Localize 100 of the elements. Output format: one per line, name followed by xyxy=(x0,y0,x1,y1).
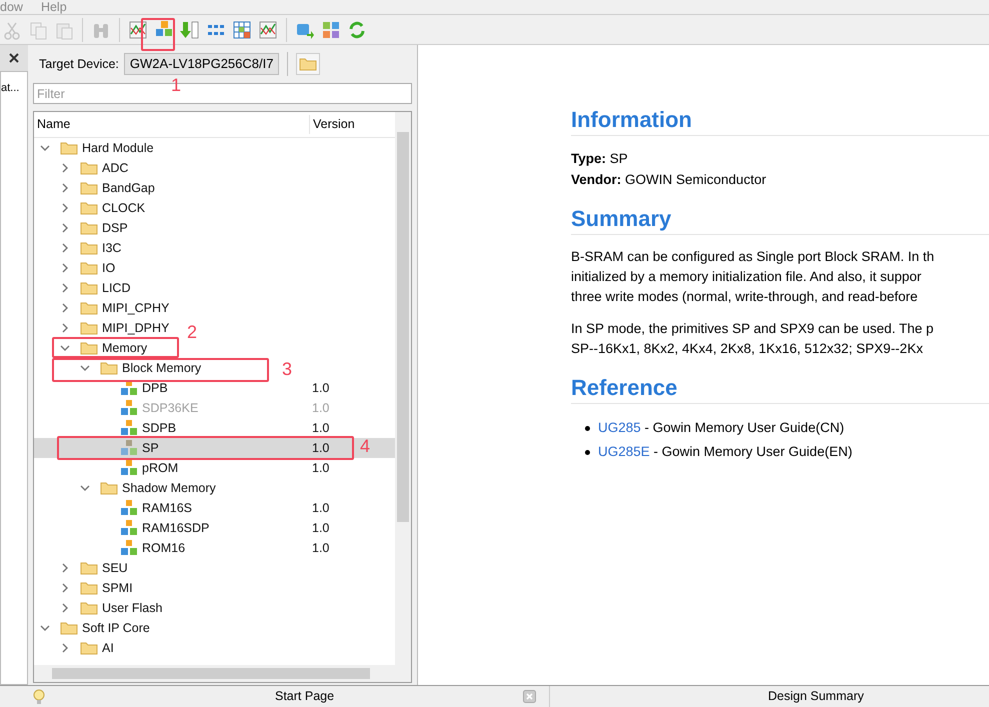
tree-item[interactable]: DPB xyxy=(142,378,168,398)
folder-icon xyxy=(60,141,78,155)
folder-icon xyxy=(100,361,118,375)
tree-item[interactable]: MIPI_CPHY xyxy=(102,298,170,318)
version-text: 1.0 xyxy=(312,380,330,397)
version-text: 1.0 xyxy=(312,400,330,417)
paragraph-line: three write modes (normal, write-through, and read-before xyxy=(571,288,919,306)
folder-icon xyxy=(299,57,318,71)
close-button[interactable] xyxy=(9,53,19,63)
chevron-right-icon[interactable] xyxy=(60,183,70,193)
tree-item[interactable]: CLOCK xyxy=(102,198,146,218)
section-heading: Reference xyxy=(571,373,989,404)
paragraph-line: initialized by a memory initialization file. And also, it suppor xyxy=(571,268,922,286)
reference-link[interactable]: UG285 xyxy=(598,416,641,440)
version-text: 1.0 xyxy=(312,440,330,457)
tree-item[interactable]: BandGap xyxy=(102,178,155,198)
tree-item[interactable]: AI xyxy=(102,638,114,658)
version-text: 1.0 xyxy=(312,500,330,517)
folder-icon xyxy=(80,301,98,315)
tree-item[interactable]: RAM16S xyxy=(142,498,192,518)
close-icon xyxy=(9,53,19,63)
folder-icon xyxy=(80,241,98,255)
chevron-down-icon[interactable] xyxy=(60,343,70,353)
tree-item[interactable]: Memory xyxy=(102,338,148,358)
folder-icon xyxy=(80,341,98,355)
tree-item[interactable]: I3C xyxy=(102,238,122,258)
version-text: 1.0 xyxy=(312,540,330,557)
cubes-icon xyxy=(120,420,138,436)
reference-text: - Gowin Memory User Guide(EN) xyxy=(652,443,852,461)
cubes-icon xyxy=(120,440,138,456)
section-heading: Information xyxy=(571,105,989,136)
tree-item[interactable]: Hard Module xyxy=(82,138,154,158)
lightbulb-icon xyxy=(33,688,45,704)
cubes-icon xyxy=(120,400,138,416)
version-text: 1.0 xyxy=(312,520,330,537)
chevron-right-icon[interactable] xyxy=(60,643,70,653)
folder-icon xyxy=(80,161,98,175)
folder-icon xyxy=(80,201,98,215)
tree-item[interactable]: IO xyxy=(102,258,116,278)
folder-icon xyxy=(80,221,98,235)
tree-item[interactable]: Block Memory xyxy=(122,358,202,378)
column-header[interactable]: Name xyxy=(34,115,310,134)
tree-item[interactable]: SEU xyxy=(102,558,128,578)
folder-icon xyxy=(80,181,98,195)
chevron-right-icon[interactable] xyxy=(60,583,70,593)
version-text: 1.0 xyxy=(312,420,330,437)
tree-item[interactable]: ROM16 xyxy=(142,538,186,558)
column-header[interactable]: Version xyxy=(310,115,355,134)
vertical-scrollbar[interactable] xyxy=(395,112,411,665)
panel-tab-text: at... xyxy=(1,81,20,96)
chevron-right-icon[interactable] xyxy=(60,223,70,233)
chevron-right-icon[interactable] xyxy=(60,283,70,293)
cubes-icon xyxy=(120,540,138,556)
step-number: 3 xyxy=(282,359,292,379)
folder-icon xyxy=(100,481,118,495)
target-device-label: Target Device: xyxy=(39,56,119,73)
chevron-right-icon[interactable] xyxy=(60,163,70,173)
chevron-down-icon[interactable] xyxy=(80,363,90,373)
chevron-down-icon[interactable] xyxy=(40,143,50,153)
chevron-right-icon[interactable] xyxy=(60,263,70,273)
folder-icon xyxy=(80,601,98,615)
tree-item[interactable]: Shadow Memory xyxy=(122,478,216,498)
tree-item[interactable]: User Flash xyxy=(102,598,162,618)
folder-icon xyxy=(80,641,98,655)
tree-item[interactable]: LICD xyxy=(102,278,130,298)
chevron-right-icon[interactable] xyxy=(60,243,70,253)
chevron-right-icon[interactable] xyxy=(60,303,70,313)
highlight-frame xyxy=(141,18,175,51)
info-text: Type: SP xyxy=(571,150,629,168)
chevron-right-icon[interactable] xyxy=(60,323,70,333)
tree-item[interactable]: ADC xyxy=(102,158,128,178)
target-device-field[interactable]: GW2A-LV18PG256C8/I7 xyxy=(124,53,280,75)
bottom-tab[interactable]: Design Summary xyxy=(550,686,989,707)
tree-item[interactable]: Soft IP Core xyxy=(82,618,150,638)
paragraph-line: B-SRAM can be configured as Single port Block SRAM. In th xyxy=(571,248,936,266)
horizontal-scrollbar[interactable] xyxy=(34,665,411,682)
chevron-right-icon[interactable] xyxy=(60,603,70,613)
tree-item[interactable]: pROM xyxy=(142,458,178,478)
tree-item[interactable]: SDPB xyxy=(142,418,176,438)
cubes-icon xyxy=(120,460,138,476)
close-icon[interactable] xyxy=(523,690,536,703)
section-heading: Summary xyxy=(571,204,989,235)
chevron-right-icon[interactable] xyxy=(60,203,70,213)
tree-item[interactable]: SPMI xyxy=(102,578,133,598)
tree-item[interactable]: MIPI_DPHY xyxy=(102,318,170,338)
step-number: 4 xyxy=(360,436,370,456)
chevron-right-icon[interactable] xyxy=(60,563,70,573)
reference-link[interactable]: UG285E xyxy=(598,440,650,464)
bottom-tab[interactable]: Start Page xyxy=(0,686,550,707)
chevron-down-icon[interactable] xyxy=(40,623,50,633)
cubes-icon xyxy=(120,520,138,536)
folder-icon xyxy=(80,281,98,295)
folder-icon xyxy=(80,321,98,335)
folder-icon xyxy=(80,581,98,595)
paragraph-line: In SP mode, the primitives SP and SPX9 can be used. The p xyxy=(571,320,934,338)
tree-item[interactable]: SP xyxy=(142,438,159,458)
chevron-down-icon[interactable] xyxy=(80,483,90,493)
folder-icon xyxy=(80,561,98,575)
tree-item[interactable]: DSP xyxy=(102,218,128,238)
tree-item[interactable]: RAM16SDP xyxy=(142,518,210,538)
